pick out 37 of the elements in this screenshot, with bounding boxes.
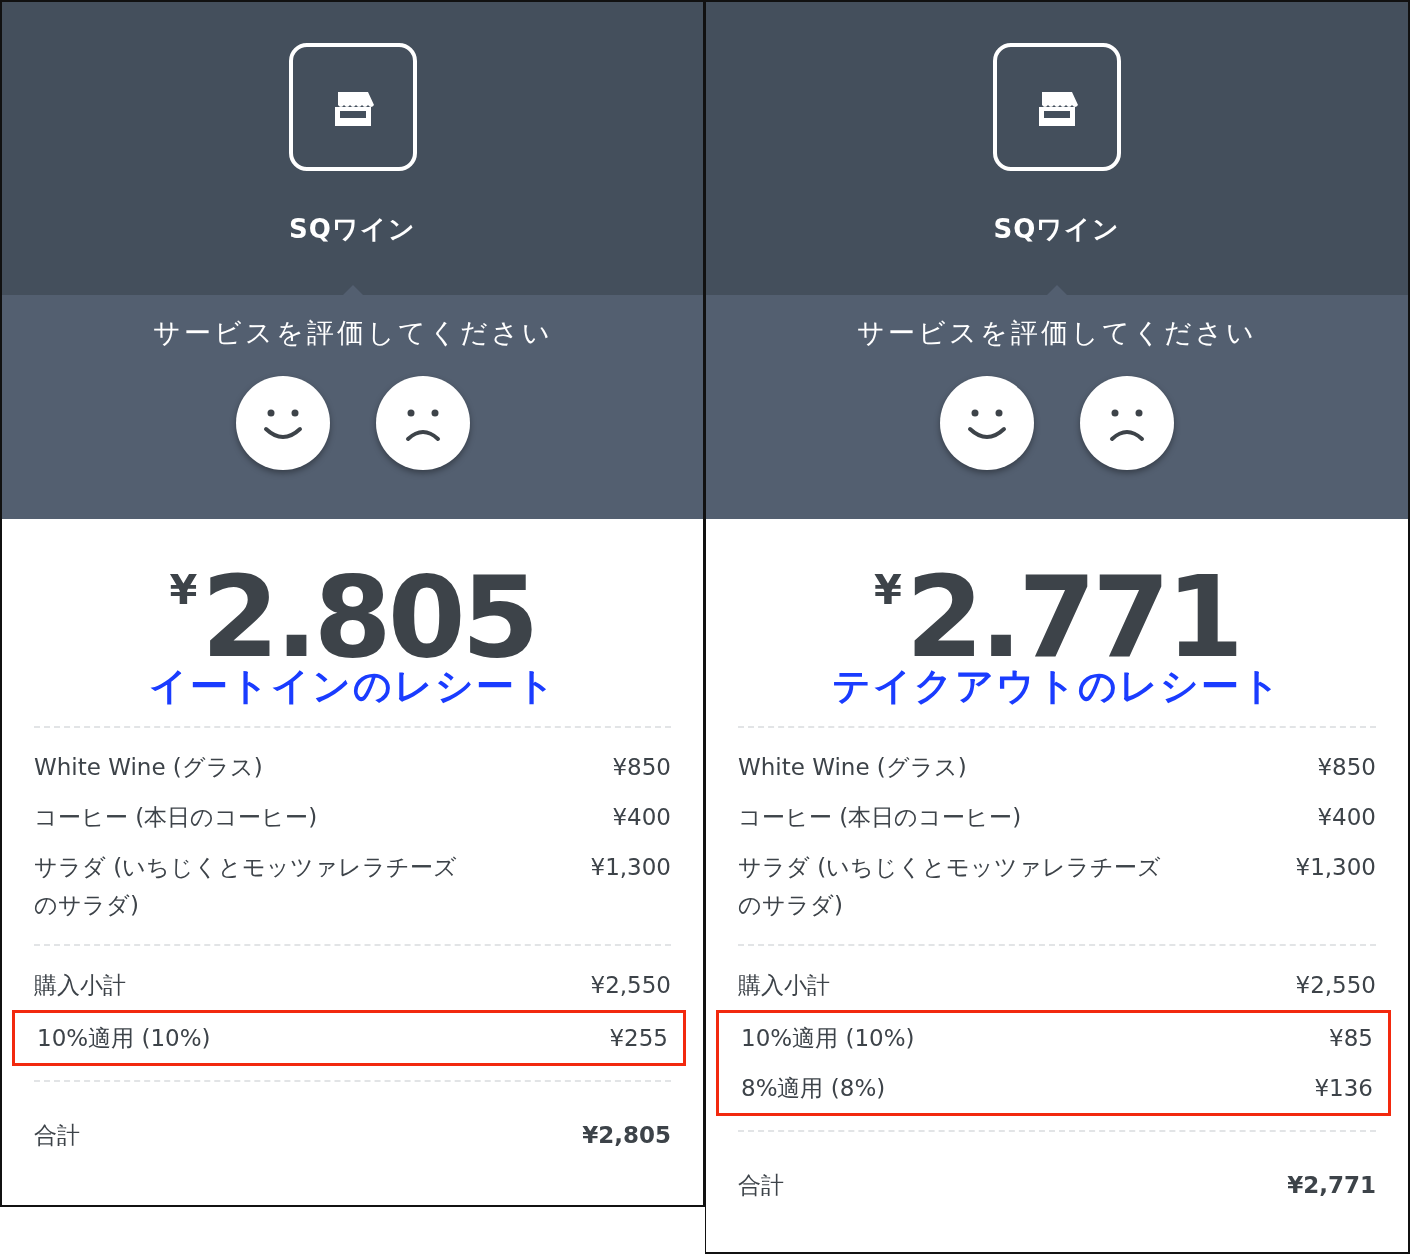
item-price: ¥400 <box>1317 803 1376 832</box>
subtotal-value: ¥2,550 <box>1295 971 1376 1000</box>
subtotal-label: 購入小計 <box>738 971 830 1000</box>
total-label: 合計 <box>738 1171 784 1200</box>
tax-label: 8%適用 (8%) <box>741 1074 886 1103</box>
storefront-icon <box>992 42 1122 172</box>
item-price: ¥400 <box>612 803 671 832</box>
item-price: ¥1,300 <box>1295 853 1376 882</box>
item-name: コーヒー (本日のコーヒー) <box>738 803 1022 832</box>
sad-face-button[interactable] <box>1079 375 1175 471</box>
tax-label: 10%適用 (10%) <box>37 1024 211 1053</box>
item-name: White Wine (グラス) <box>738 753 967 782</box>
item-price: ¥850 <box>612 753 671 782</box>
rating-prompt: サービスを評価してください <box>857 316 1257 350</box>
tax-value: ¥255 <box>609 1024 668 1053</box>
item-name: サラダ (いちじくとモッツァレラチーズのサラダ) <box>34 853 459 920</box>
sad-face-button[interactable] <box>374 375 471 471</box>
item-price: ¥1,300 <box>590 853 671 882</box>
tax-label: 10%適用 (10%) <box>741 1024 915 1053</box>
happy-face-button[interactable] <box>234 375 331 471</box>
tax-value: ¥85 <box>1329 1024 1373 1053</box>
item-name: White Wine (グラス) <box>34 753 263 782</box>
subtotal-value: ¥2,550 <box>590 971 671 1000</box>
store-name: SQワイン <box>993 213 1121 246</box>
item-name: コーヒー (本日のコーヒー) <box>34 803 318 832</box>
total-value: ¥2,805 <box>582 1121 671 1150</box>
item-price: ¥850 <box>1317 753 1376 782</box>
store-name: SQワイン <box>289 213 416 246</box>
total-value: ¥2,771 <box>1287 1171 1376 1200</box>
tax-value: ¥136 <box>1314 1074 1373 1103</box>
rating-prompt: サービスを評価してください <box>152 316 553 350</box>
total-label: 合計 <box>34 1121 80 1150</box>
storefront-icon <box>287 42 418 172</box>
happy-face-button[interactable] <box>939 375 1035 471</box>
item-name: サラダ (いちじくとモッツァレラチーズのサラダ) <box>738 853 1163 920</box>
subtotal-label: 購入小計 <box>34 971 126 1000</box>
receipt-caption: テイクアウトのレシート <box>832 663 1282 710</box>
